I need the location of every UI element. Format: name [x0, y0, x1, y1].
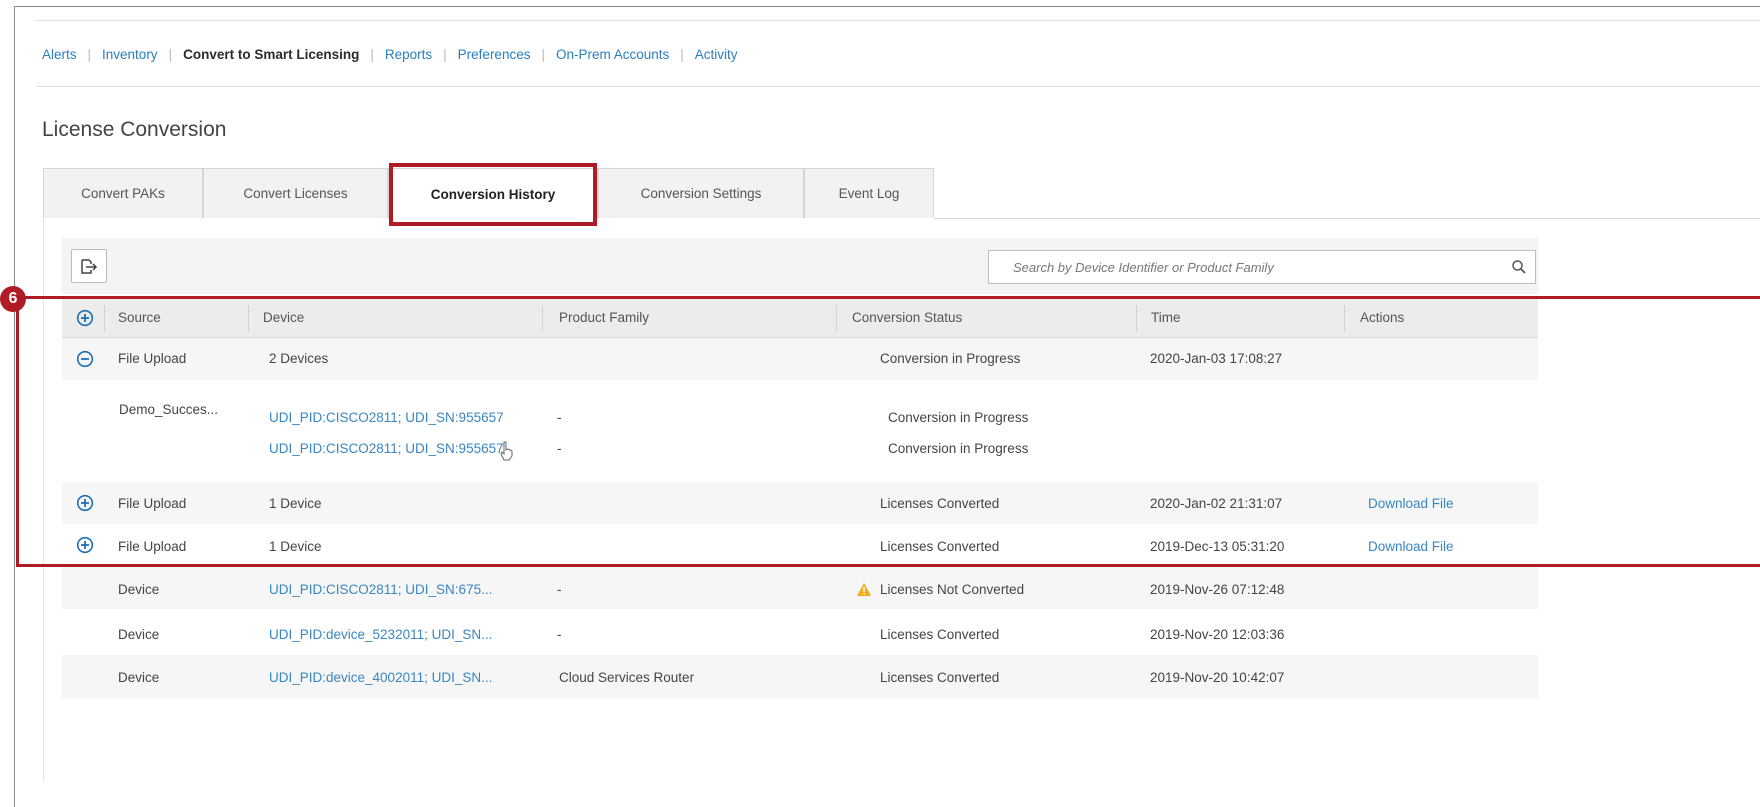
tab-label: Conversion Settings — [640, 186, 762, 201]
column-separator — [1136, 305, 1137, 331]
warning-icon — [857, 583, 871, 596]
table-row[interactable]: Device UDI_PID:device_4002011; UDI_SN...… — [62, 655, 1538, 699]
tab-panel-border — [934, 218, 1760, 219]
nav-alerts[interactable]: Alerts — [42, 47, 77, 62]
download-file-link[interactable]: Download File — [1368, 539, 1454, 554]
hand-cursor-icon — [500, 441, 513, 461]
column-separator — [836, 305, 837, 331]
collapse-row-icon[interactable] — [76, 350, 94, 368]
top-nav: Alerts | Inventory | Convert to Smart Li… — [42, 44, 738, 64]
expand-row-icon[interactable] — [76, 536, 94, 554]
tab-convert-paks[interactable]: Convert PAKs — [43, 168, 203, 218]
divider — [36, 20, 1760, 21]
nav-inventory[interactable]: Inventory — [102, 47, 158, 62]
cell-time: 2019-Dec-13 05:31:20 — [1150, 539, 1285, 554]
tab-label: Conversion History — [430, 186, 556, 202]
device-link[interactable]: UDI_PID:CISCO2811; UDI_SN:955657 — [269, 441, 504, 456]
cell-product-family: - — [557, 582, 562, 597]
expand-all-icon[interactable] — [76, 309, 94, 327]
column-header-product-family[interactable]: Product Family — [559, 310, 649, 325]
cell-time: 2020-Jan-03 17:08:27 — [1150, 351, 1283, 366]
cell-status: Licenses Not Converted — [880, 582, 1025, 597]
annotation-badge: 6 — [0, 286, 26, 312]
cell-time: 2019-Nov-20 12:03:36 — [1150, 627, 1285, 642]
cell-status: Licenses Converted — [880, 496, 1000, 511]
tab-label: Convert Licenses — [243, 186, 348, 201]
nav-on-prem-accounts[interactable]: On-Prem Accounts — [556, 47, 669, 62]
column-header-actions: Actions — [1360, 310, 1405, 325]
cell-time: 2020-Jan-02 21:31:07 — [1150, 496, 1283, 511]
cell-source: File Upload — [118, 496, 187, 511]
column-header-time[interactable]: Time — [1151, 310, 1181, 325]
column-header-source[interactable]: Source — [118, 310, 161, 325]
cell-status: Licenses Converted — [880, 670, 1000, 685]
cell-source: Device — [118, 582, 160, 597]
nav-separator: | — [87, 46, 92, 62]
cell-device: 1 Device — [269, 539, 322, 554]
nav-separator: | — [168, 46, 173, 62]
device-link[interactable]: UDI_PID:CISCO2811; UDI_SN:675... — [269, 582, 492, 597]
search-box[interactable] — [988, 250, 1536, 284]
expand-row-icon[interactable] — [76, 494, 94, 512]
cell-source: File Upload — [118, 351, 187, 366]
tab-event-log[interactable]: Event Log — [804, 168, 934, 218]
column-separator — [104, 305, 105, 331]
search-icon[interactable] — [1511, 259, 1527, 275]
cell-time: 2019-Nov-20 10:42:07 — [1150, 670, 1285, 685]
column-header-device[interactable]: Device — [263, 310, 304, 325]
table-row[interactable]: File Upload 2 Devices Conversion in Prog… — [62, 338, 1538, 380]
divider — [36, 86, 1760, 87]
tab-label: Event Log — [838, 186, 900, 201]
cell-product-family: - — [557, 441, 562, 456]
table-header: Source Device Product Family Conversion … — [62, 298, 1538, 338]
tab-label: Convert PAKs — [81, 186, 165, 201]
nav-separator: | — [680, 46, 684, 62]
export-icon — [81, 259, 98, 274]
cell-status: Conversion in Progress — [888, 441, 1029, 456]
cell-device: 1 Device — [269, 496, 322, 511]
cell-product-family: - — [557, 410, 562, 425]
nav-activity[interactable]: Activity — [695, 47, 738, 62]
nav-preferences[interactable]: Preferences — [458, 47, 531, 62]
table-row-detail: Demo_Succes... UDI_PID:CISCO2811; UDI_SN… — [62, 380, 1538, 482]
nav-convert-to-smart-licensing[interactable]: Convert to Smart Licensing — [183, 47, 359, 62]
cell-product-family: - — [557, 627, 562, 642]
device-link[interactable]: UDI_PID:device_5232011; UDI_SN... — [269, 627, 492, 642]
table-row[interactable]: File Upload 1 Device Licenses Converted … — [62, 524, 1538, 566]
device-link[interactable]: UDI_PID:device_4002011; UDI_SN... — [269, 670, 492, 685]
cell-status: Licenses Converted — [880, 627, 1000, 642]
nav-separator: | — [370, 46, 374, 62]
cell-status: Conversion in Progress — [888, 410, 1029, 425]
column-separator — [1344, 305, 1345, 331]
panel-border-left — [43, 218, 44, 782]
cell-product-family: Cloud Services Router — [559, 670, 695, 685]
cell-source: File Upload — [118, 539, 187, 554]
cell-time: 2019-Nov-26 07:12:48 — [1150, 582, 1285, 597]
table-row[interactable]: Device UDI_PID:device_5232011; UDI_SN...… — [62, 609, 1538, 655]
cell-status: Licenses Converted — [880, 539, 1000, 554]
cell-source: Device — [118, 670, 160, 685]
search-input[interactable] — [989, 251, 1489, 283]
table-row[interactable]: Device UDI_PID:CISCO2811; UDI_SN:675... … — [62, 567, 1538, 609]
cell-device: 2 Devices — [269, 351, 329, 366]
column-header-conversion-status[interactable]: Conversion Status — [852, 310, 962, 325]
table-row[interactable]: File Upload 1 Device Licenses Converted … — [62, 482, 1538, 524]
export-button[interactable] — [71, 249, 107, 283]
nav-separator: | — [443, 46, 447, 62]
cell-status: Conversion in Progress — [880, 351, 1021, 366]
nav-separator: | — [541, 46, 545, 62]
column-separator — [248, 305, 249, 331]
device-link[interactable]: UDI_PID:CISCO2811; UDI_SN:955657 — [269, 410, 504, 425]
tab-conversion-settings[interactable]: Conversion Settings — [598, 168, 804, 218]
nav-reports[interactable]: Reports — [385, 47, 432, 62]
cell-source: Device — [118, 627, 160, 642]
tab-conversion-history[interactable]: Conversion History — [388, 168, 598, 219]
tab-convert-licenses[interactable]: Convert Licenses — [203, 168, 388, 218]
download-file-link[interactable]: Download File — [1368, 496, 1454, 511]
page-title: License Conversion — [42, 118, 227, 141]
column-separator — [542, 305, 543, 331]
cell-source: Demo_Succes... — [119, 402, 219, 417]
